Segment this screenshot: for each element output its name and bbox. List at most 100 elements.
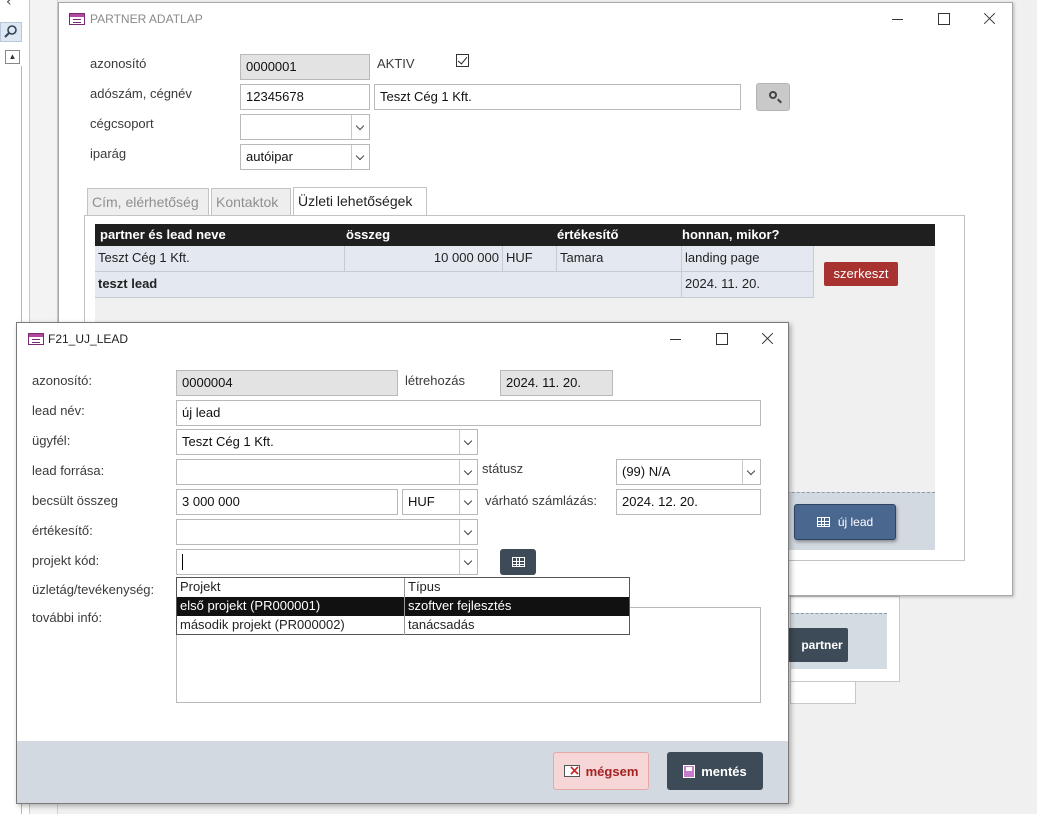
lead-footer: mégsem mentés xyxy=(17,741,788,803)
partner-id-label: azonosító xyxy=(90,56,147,71)
lead-id-field: 0000004 xyxy=(176,370,398,396)
opportunities-header: partner és lead neve összeg értékesítő h… xyxy=(95,224,935,246)
status-select[interactable]: (99) N/A xyxy=(616,459,761,485)
column-header: partner és lead neve xyxy=(100,227,226,242)
new-lead-label: új lead xyxy=(837,515,874,529)
lead-title-bar: F21_UJ_LEAD xyxy=(17,323,788,355)
chevron-down-icon[interactable] xyxy=(459,460,477,484)
tax-number-field[interactable]: 12345678 xyxy=(240,84,370,110)
active-label: AKTIV xyxy=(377,56,415,71)
salesperson-select[interactable] xyxy=(176,519,478,545)
chevron-down-icon[interactable] xyxy=(351,115,369,139)
tab-address[interactable]: Cím, elérhetőség xyxy=(87,188,209,216)
dropdown-header: Projekt Típus xyxy=(177,578,629,597)
currency-cell: HUF xyxy=(503,246,557,272)
project-dropdown-list: Projekt Típus első projekt (PR000001) sz… xyxy=(176,577,630,635)
text-cursor xyxy=(182,554,183,570)
project-label: projekt kód: xyxy=(32,553,100,568)
table-row[interactable]: teszt lead 2024. 11. 20. xyxy=(95,272,814,298)
dropdown-option[interactable]: második projekt (PR000002) tanácsadás xyxy=(177,616,629,635)
project-select[interactable] xyxy=(176,549,478,575)
option-type: tanácsadás xyxy=(408,617,475,632)
client-select-value: Teszt Cég 1 Kft. xyxy=(182,434,274,449)
dropdown-column-header: Projekt xyxy=(180,579,221,594)
client-select[interactable]: Teszt Cég 1 Kft. xyxy=(176,429,478,455)
status-label: státusz xyxy=(482,461,524,476)
lead-window-title: F21_UJ_LEAD xyxy=(48,332,129,346)
amount-field[interactable]: 3 000 000 xyxy=(176,489,398,515)
new-lead-button[interactable]: új lead xyxy=(794,504,896,540)
partner-window-title: PARTNER ADATLAP xyxy=(90,12,203,26)
save-button[interactable]: mentés xyxy=(667,752,763,790)
maximize-icon[interactable] xyxy=(936,11,952,27)
option-project: első projekt (PR000001) xyxy=(180,598,321,613)
cancel-button[interactable]: mégsem xyxy=(553,752,649,790)
dropdown-option[interactable]: első projekt (PR000001) szoftver fejlesz… xyxy=(177,597,629,616)
chevron-down-icon[interactable] xyxy=(459,430,477,454)
source-cell: landing page xyxy=(682,246,814,272)
chevron-down-icon[interactable] xyxy=(742,460,760,484)
source-select[interactable] xyxy=(176,459,478,485)
salesperson-cell: Tamara xyxy=(557,246,682,272)
background-window-edge xyxy=(790,682,856,704)
company-name-field[interactable]: Teszt Cég 1 Kft. xyxy=(374,84,741,110)
created-date-field: 2024. 11. 20. xyxy=(500,370,613,396)
dropdown-column-header: Típus xyxy=(408,579,441,594)
search-icon[interactable] xyxy=(0,22,22,42)
option-type: szoftver fejlesztés xyxy=(408,598,512,613)
chevron-left-icon[interactable]: ‹ xyxy=(6,0,24,10)
currency-select-value: HUF xyxy=(408,494,435,509)
cancel-icon xyxy=(563,763,580,779)
save-label: mentés xyxy=(701,763,747,779)
form-icon xyxy=(69,13,85,25)
chevron-down-icon[interactable] xyxy=(459,490,477,514)
scroll-up-icon[interactable]: ▲ xyxy=(5,50,20,64)
edit-button[interactable]: szerkeszt xyxy=(824,262,898,286)
industry-select-value: autóipar xyxy=(246,149,293,164)
amount-label: becsült összeg xyxy=(32,493,118,508)
chevron-down-icon[interactable] xyxy=(459,550,477,574)
amount-cell: 10 000 000 xyxy=(345,246,503,272)
billing-label: várható számlázás: xyxy=(485,493,597,508)
cancel-label: mégsem xyxy=(585,763,639,779)
column-header: honnan, mikor? xyxy=(682,227,780,242)
created-label: létrehozás xyxy=(405,373,465,388)
form-icon xyxy=(28,333,44,345)
lead-name-label: lead név: xyxy=(32,403,85,418)
chevron-down-icon[interactable] xyxy=(459,520,477,544)
industry-label: iparág xyxy=(90,146,127,161)
column-header: összeg xyxy=(346,227,391,242)
search-icon xyxy=(769,91,777,99)
lead-window: F21_UJ_LEAD azonosító: 0000004 létrehozá… xyxy=(16,322,789,804)
close-icon[interactable] xyxy=(982,11,998,27)
group-select[interactable] xyxy=(240,114,370,140)
billing-date-field[interactable]: 2024. 12. 20. xyxy=(616,489,761,515)
sales-label: értékesítő: xyxy=(32,523,93,538)
partner-button[interactable]: partner xyxy=(786,628,848,662)
client-label: ügyfél: xyxy=(32,433,71,448)
minimize-icon[interactable] xyxy=(668,331,684,347)
option-project: második projekt (PR000002) xyxy=(180,617,345,632)
tax-label: adószám, cégnév xyxy=(90,86,192,101)
group-label: cégcsoport xyxy=(90,116,154,131)
company-search-button[interactable] xyxy=(756,83,790,111)
tab-opportunities[interactable]: Üzleti lehetőségek xyxy=(293,187,427,216)
project-table-button[interactable] xyxy=(500,549,536,575)
lead-name-field[interactable]: új lead xyxy=(176,400,761,426)
active-checkbox[interactable] xyxy=(456,54,469,67)
partner-cell: Teszt Cég 1 Kft. xyxy=(95,246,345,272)
grid-icon xyxy=(511,557,525,567)
lead-name-cell: teszt lead xyxy=(95,272,682,298)
partner-id-field: 0000001 xyxy=(240,54,370,80)
close-icon[interactable] xyxy=(760,331,776,347)
table-row[interactable]: Teszt Cég 1 Kft. 10 000 000 HUF Tamara l… xyxy=(95,246,814,272)
date-cell: 2024. 11. 20. xyxy=(682,272,814,298)
status-select-value: (99) N/A xyxy=(622,464,671,479)
tab-contacts[interactable]: Kontaktok xyxy=(211,188,291,216)
save-icon xyxy=(683,764,696,778)
minimize-icon[interactable] xyxy=(890,11,906,27)
chevron-down-icon[interactable] xyxy=(351,145,369,169)
currency-select[interactable]: HUF xyxy=(402,489,478,515)
industry-select[interactable]: autóipar xyxy=(240,144,370,170)
maximize-icon[interactable] xyxy=(714,331,730,347)
